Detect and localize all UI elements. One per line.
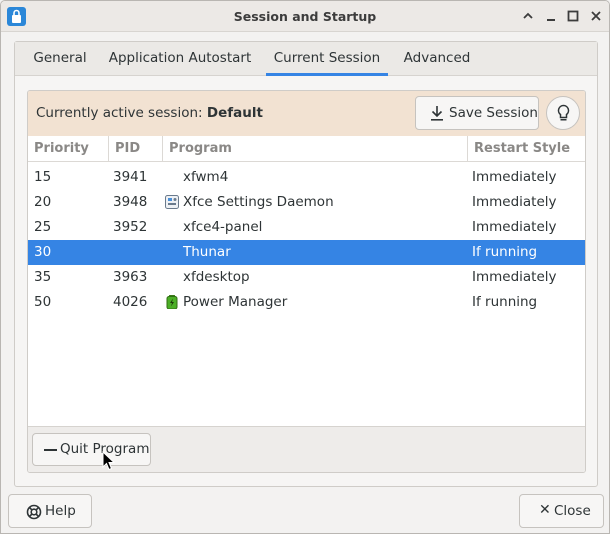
cell-pid: 3952 — [113, 219, 148, 235]
help-button[interactable]: Help — [8, 494, 92, 528]
close-button[interactable]: ✕ Close — [519, 494, 604, 528]
cell-restart-style: Immediately — [472, 194, 557, 210]
help-label: Help — [45, 503, 76, 519]
lifebuoy-icon — [26, 504, 42, 520]
minimize-icon[interactable] — [544, 9, 558, 23]
column-header-restart-style[interactable]: Restart Style — [468, 136, 585, 162]
settings-daemon-icon — [165, 195, 179, 209]
active-session-label: Currently active session: — [36, 105, 203, 121]
active-session-text: Currently active session: Default — [36, 105, 263, 121]
column-header-program[interactable]: Program — [163, 136, 468, 162]
table-header: Priority PID Program Restart Style — [28, 136, 585, 162]
tab-general[interactable]: General — [22, 42, 98, 76]
tab-advanced[interactable]: Advanced — [396, 42, 478, 76]
cell-priority: 35 — [34, 269, 52, 285]
cell-program: Xfce Settings Daemon — [183, 194, 334, 210]
close-x-icon: ✕ — [539, 502, 551, 518]
cell-pid: 3963 — [113, 269, 148, 285]
cell-restart-style: Immediately — [472, 169, 557, 185]
download-icon — [431, 106, 443, 121]
table-row[interactable]: 50 4026 Power Manager If running — [28, 290, 585, 315]
cell-restart-style: If running — [472, 244, 538, 260]
cell-priority: 25 — [34, 219, 52, 235]
cell-program: xfdesktop — [183, 269, 250, 285]
table-row[interactable]: 25 3952 xfce4-panel Immediately — [28, 215, 585, 240]
save-session-button[interactable]: Save Session — [415, 96, 539, 130]
cell-program: xfce4-panel — [183, 219, 263, 235]
column-header-priority[interactable]: Priority — [28, 136, 109, 162]
tab-current-session[interactable]: Current Session — [266, 42, 388, 76]
tab-application-autostart[interactable]: Application Autostart — [105, 42, 255, 76]
lightbulb-icon — [557, 104, 570, 121]
save-session-label: Save Session — [449, 105, 538, 121]
cell-restart-style: Immediately — [472, 219, 557, 235]
cell-restart-style: If running — [472, 294, 538, 310]
tab-bar: General Application Autostart Current Se… — [15, 42, 597, 76]
cell-priority: 50 — [34, 294, 52, 310]
cell-restart-style: Immediately — [472, 269, 557, 285]
cell-program: Power Manager — [183, 294, 288, 310]
cell-priority: 15 — [34, 169, 52, 185]
close-label: Close — [554, 503, 591, 519]
mouse-cursor-icon — [102, 451, 115, 471]
column-header-pid[interactable]: PID — [109, 136, 163, 162]
cell-priority: 30 — [34, 244, 52, 260]
table-row[interactable]: 15 3941 xfwm4 Immediately — [28, 165, 585, 190]
table-row-selected[interactable]: 30 Thunar If running — [28, 240, 585, 265]
table-row[interactable]: 20 3948 Xfce Settings Daemon Immediately — [28, 190, 585, 215]
maximize-icon[interactable] — [566, 9, 580, 23]
cell-program: xfwm4 — [183, 169, 229, 185]
cell-pid: 3941 — [113, 169, 148, 185]
cell-pid: 3948 — [113, 194, 148, 210]
session-startup-window: Session and Startup General Application … — [0, 0, 610, 534]
active-session-name: Default — [206, 105, 263, 121]
titlebar[interactable]: Session and Startup — [1, 1, 609, 32]
notebook: General Application Autostart Current Se… — [14, 41, 598, 487]
session-infobar: Currently active session: Default Save S… — [28, 91, 585, 136]
hint-button[interactable] — [546, 96, 580, 130]
cell-pid: 4026 — [113, 294, 148, 310]
quit-program-button[interactable]: Quit Program — [32, 433, 151, 466]
close-window-icon[interactable] — [589, 9, 603, 23]
battery-icon — [166, 295, 178, 309]
cell-priority: 20 — [34, 194, 52, 210]
window-title: Session and Startup — [233, 9, 377, 24]
minus-icon — [44, 449, 57, 451]
table-row[interactable]: 35 3963 xfdesktop Immediately — [28, 265, 585, 290]
cell-program: Thunar — [183, 244, 231, 260]
current-session-panel: Currently active session: Default Save S… — [27, 90, 586, 473]
shade-icon[interactable] — [521, 9, 535, 23]
